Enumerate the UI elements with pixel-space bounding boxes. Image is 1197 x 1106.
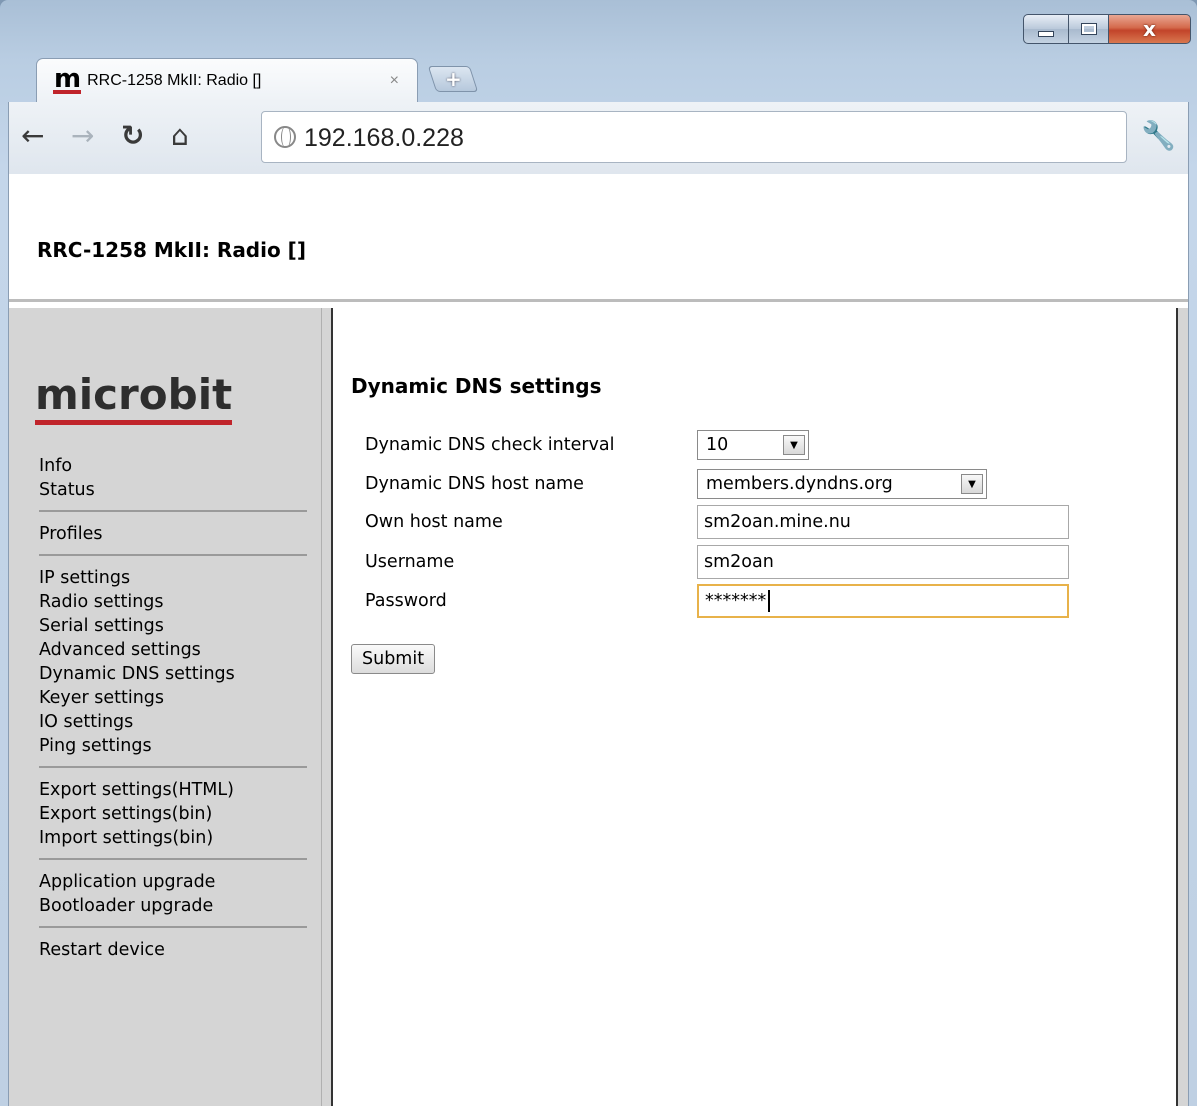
page-header: RRC-1258 MkII: Radio [] (9, 174, 1188, 302)
sidebar-item-radio-settings[interactable]: Radio settings (39, 590, 307, 614)
home-icon[interactable]: ⌂ (171, 118, 189, 154)
text-caret (768, 590, 771, 612)
sidebar-item-restart-device[interactable]: Restart device (39, 938, 307, 962)
sidebar-item-profiles[interactable]: Profiles (39, 522, 307, 546)
own-host-input[interactable]: sm2oan.mine.nu (697, 505, 1069, 539)
close-window-button[interactable]: x (1109, 14, 1191, 44)
sidebar-item-serial-settings[interactable]: Serial settings (39, 614, 307, 638)
submit-button[interactable]: Submit (351, 644, 436, 674)
sidebar-item-status[interactable]: Status (39, 478, 307, 502)
username-value: sm2oan (704, 552, 774, 572)
back-arrow-icon[interactable]: ← (21, 118, 44, 154)
host-name-value: members.dyndns.org (706, 474, 893, 494)
page-right-border (1176, 308, 1188, 1106)
maximize-icon (1081, 24, 1096, 34)
password-input[interactable]: ******* (697, 584, 1069, 618)
forward-arrow-icon[interactable]: → (71, 118, 94, 154)
minimize-icon (1038, 31, 1054, 37)
window-controls: x (1023, 14, 1191, 44)
sidebar-item-export-settings-bin[interactable]: Export settings(bin) (39, 802, 307, 826)
microbit-favicon-icon: m (53, 63, 81, 94)
host-name-label: Dynamic DNS host name (365, 474, 584, 494)
tab-title: RRC-1258 MkII: Radio [] (87, 71, 262, 89)
maximize-button[interactable] (1069, 14, 1109, 44)
sidebar-divider (321, 308, 333, 1106)
sidebar-item-import-settings-bin[interactable]: Import settings(bin) (39, 826, 307, 850)
own-host-row: Own host name sm2oan.mine.nu (365, 505, 1069, 539)
page-title: RRC-1258 MkII: Radio [] (37, 238, 306, 262)
sidebar-item-advanced-settings[interactable]: Advanced settings (39, 638, 307, 662)
sidebar-item-ip-settings[interactable]: IP settings (39, 566, 307, 590)
sidebar-item-export-settings-html[interactable]: Export settings(HTML) (39, 778, 307, 802)
close-icon: x (1143, 17, 1156, 41)
section-title: Dynamic DNS settings (351, 374, 602, 398)
nav-group: Export settings(HTML) Export settings(bin… (39, 778, 307, 860)
password-row: Password ******* (365, 584, 1069, 618)
host-name-select[interactable]: members.dyndns.org ▼ (697, 469, 987, 499)
reload-icon[interactable]: ↻ (121, 118, 144, 154)
sidebar-item-keyer-settings[interactable]: Keyer settings (39, 686, 307, 710)
username-input[interactable]: sm2oan (697, 545, 1069, 579)
check-interval-row: Dynamic DNS check interval 10 ▼ (365, 428, 809, 462)
wrench-icon[interactable]: 🔧 (1141, 118, 1176, 154)
sidebar-item-bootloader-upgrade[interactable]: Bootloader upgrade (39, 894, 307, 918)
username-label: Username (365, 552, 455, 572)
new-tab-button[interactable]: + (427, 66, 479, 92)
username-row: Username sm2oan (365, 545, 1069, 579)
chevron-down-icon: ▼ (783, 435, 805, 455)
globe-icon (274, 126, 296, 148)
browser-toolbar: ← → ↻ ⌂ 192.168.0.228 🔧 (8, 102, 1189, 174)
sidebar-item-info[interactable]: Info (39, 454, 307, 478)
web-page: RRC-1258 MkII: Radio [] microbit Info Sta… (8, 174, 1189, 1106)
check-interval-select[interactable]: 10 ▼ (697, 430, 809, 460)
check-interval-value: 10 (706, 435, 729, 455)
sidebar-item-application-upgrade[interactable]: Application upgrade (39, 870, 307, 894)
nav-group: Restart device (39, 938, 307, 970)
sidebar-item-io-settings[interactable]: IO settings (39, 710, 307, 734)
sidebar-item-ping-settings[interactable]: Ping settings (39, 734, 307, 758)
address-bar[interactable]: 192.168.0.228 (261, 111, 1127, 163)
own-host-label: Own host name (365, 512, 503, 532)
own-host-value: sm2oan.mine.nu (704, 512, 851, 532)
check-interval-label: Dynamic DNS check interval (365, 435, 615, 455)
host-name-row: Dynamic DNS host name members.dyndns.org… (365, 467, 987, 501)
nav-group: Application upgrade Bootloader upgrade (39, 870, 307, 928)
microbit-logo: microbit (35, 372, 233, 425)
plus-icon: + (444, 67, 462, 91)
nav-group: Info Status (39, 454, 307, 512)
chevron-down-icon: ▼ (961, 474, 983, 494)
browser-window: x m RRC-1258 MkII: Radio [] × + ← → ↻ ⌂ … (0, 0, 1197, 1106)
nav-group: IP settings Radio settings Serial settings… (39, 566, 307, 768)
password-value: ******* (705, 591, 767, 611)
password-label: Password (365, 591, 447, 611)
url-text[interactable]: 192.168.0.228 (304, 124, 464, 153)
sidebar-nav: Info Status Profiles IP settings Radio setti… (39, 454, 307, 980)
browser-tab[interactable]: m RRC-1258 MkII: Radio [] × (36, 58, 418, 102)
sidebar-item-dynamic-dns-settings[interactable]: Dynamic DNS settings (39, 662, 307, 686)
nav-group: Profiles (39, 522, 307, 556)
tab-close-icon[interactable]: × (390, 72, 399, 90)
minimize-button[interactable] (1023, 14, 1069, 44)
